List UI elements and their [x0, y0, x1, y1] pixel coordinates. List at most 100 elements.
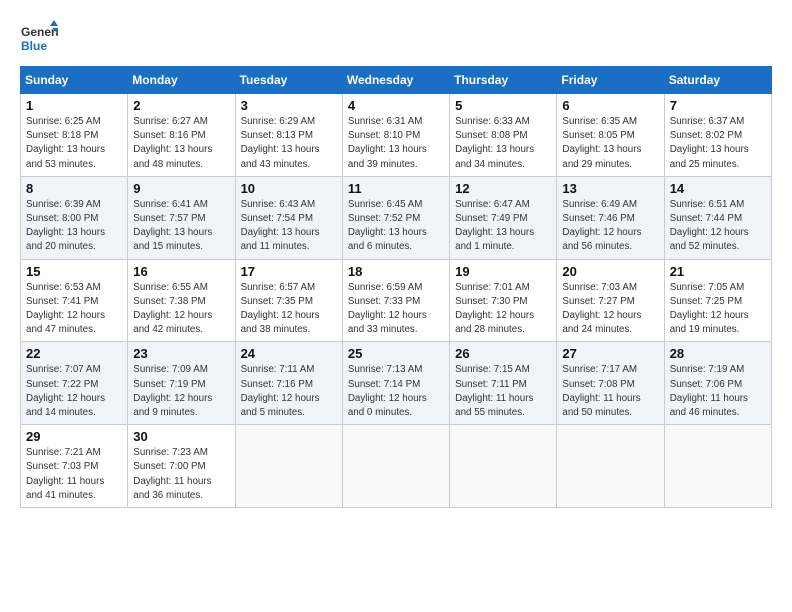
day-info: Sunrise: 7:19 AMSunset: 7:06 PMDaylight:… — [670, 363, 766, 420]
day-cell: 10Sunrise: 6:43 AMSunset: 7:54 PMDayligh… — [235, 176, 342, 259]
day-cell: 9Sunrise: 6:41 AMSunset: 7:57 PMDaylight… — [128, 176, 235, 259]
calendar-table: SundayMondayTuesdayWednesdayThursdayFrid… — [20, 66, 772, 508]
day-info: Sunrise: 7:21 AMSunset: 7:03 PMDaylight:… — [26, 446, 122, 503]
week-row-3: 15 Sunrise: 6:53 AMSunset: 7:41 PMDayligh… — [21, 259, 772, 342]
day-cell — [450, 425, 557, 508]
day-cell: 23 Sunrise: 7:09 AMSunset: 7:19 PMDayligh… — [128, 342, 235, 425]
day-cell: 6 Sunrise: 6:35 AMSunset: 8:05 PMDaylight… — [557, 94, 664, 177]
day-number: 14 — [670, 181, 766, 196]
day-info: Sunrise: 7:01 AMSunset: 7:30 PMDaylight:… — [455, 281, 551, 338]
day-cell — [235, 425, 342, 508]
day-number: 18 — [348, 264, 444, 279]
day-number: 9 — [133, 181, 229, 196]
svg-text:Blue: Blue — [21, 39, 47, 53]
logo: General Blue — [20, 18, 62, 56]
day-info: Sunrise: 7:17 AMSunset: 7:08 PMDaylight:… — [562, 363, 658, 420]
day-number: 30 — [133, 429, 229, 444]
day-info: Sunrise: 6:53 AMSunset: 7:41 PMDaylight:… — [26, 281, 122, 338]
day-cell: 3 Sunrise: 6:29 AMSunset: 8:13 PMDaylight… — [235, 94, 342, 177]
day-info: Sunrise: 6:59 AMSunset: 7:33 PMDaylight:… — [348, 281, 444, 338]
calendar-header-row: SundayMondayTuesdayWednesdayThursdayFrid… — [21, 67, 772, 94]
day-info: Sunrise: 7:09 AMSunset: 7:19 PMDaylight:… — [133, 363, 229, 420]
day-info: Sunrise: 7:11 AMSunset: 7:16 PMDaylight:… — [241, 363, 337, 420]
week-row-1: 1Sunrise: 6:25 AMSunset: 8:18 PMDaylight… — [21, 94, 772, 177]
day-info: Sunrise: 7:03 AMSunset: 7:27 PMDaylight:… — [562, 281, 658, 338]
day-cell: 5 Sunrise: 6:33 AMSunset: 8:08 PMDaylight… — [450, 94, 557, 177]
day-cell: 14 Sunrise: 6:51 AMSunset: 7:44 PMDayligh… — [664, 176, 771, 259]
day-number: 7 — [670, 98, 766, 113]
col-header-monday: Monday — [128, 67, 235, 94]
day-number: 2 — [133, 98, 229, 113]
day-number: 27 — [562, 346, 658, 361]
day-cell: 13 Sunrise: 6:49 AMSunset: 7:46 PMDayligh… — [557, 176, 664, 259]
col-header-saturday: Saturday — [664, 67, 771, 94]
day-cell: 15 Sunrise: 6:53 AMSunset: 7:41 PMDayligh… — [21, 259, 128, 342]
day-number: 19 — [455, 264, 551, 279]
week-row-2: 8 Sunrise: 6:39 AMSunset: 8:00 PMDaylight… — [21, 176, 772, 259]
day-info: Sunrise: 6:33 AMSunset: 8:08 PMDaylight:… — [455, 115, 551, 172]
day-info: Sunrise: 6:45 AMSunset: 7:52 PMDaylight:… — [348, 198, 444, 255]
day-cell — [664, 425, 771, 508]
day-number: 22 — [26, 346, 122, 361]
col-header-wednesday: Wednesday — [342, 67, 449, 94]
day-cell: 25 Sunrise: 7:13 AMSunset: 7:14 PMDayligh… — [342, 342, 449, 425]
day-number: 13 — [562, 181, 658, 196]
day-cell: 24 Sunrise: 7:11 AMSunset: 7:16 PMDayligh… — [235, 342, 342, 425]
day-number: 3 — [241, 98, 337, 113]
day-cell: 11 Sunrise: 6:45 AMSunset: 7:52 PMDayligh… — [342, 176, 449, 259]
day-cell: 7 Sunrise: 6:37 AMSunset: 8:02 PMDaylight… — [664, 94, 771, 177]
col-header-sunday: Sunday — [21, 67, 128, 94]
day-number: 23 — [133, 346, 229, 361]
day-info: Sunrise: 6:43 AMSunset: 7:54 PMDaylight:… — [241, 198, 337, 255]
day-info: Sunrise: 7:07 AMSunset: 7:22 PMDaylight:… — [26, 363, 122, 420]
calendar-page: General Blue SundayMondayTuesdayWednesda… — [0, 0, 792, 518]
day-number: 6 — [562, 98, 658, 113]
day-number: 29 — [26, 429, 122, 444]
day-cell: 17 Sunrise: 6:57 AMSunset: 7:35 PMDayligh… — [235, 259, 342, 342]
day-cell: 27 Sunrise: 7:17 AMSunset: 7:08 PMDayligh… — [557, 342, 664, 425]
week-row-5: 29 Sunrise: 7:21 AMSunset: 7:03 PMDayligh… — [21, 425, 772, 508]
day-number: 16 — [133, 264, 229, 279]
day-info: Sunrise: 7:15 AMSunset: 7:11 PMDaylight:… — [455, 363, 551, 420]
col-header-friday: Friday — [557, 67, 664, 94]
day-number: 15 — [26, 264, 122, 279]
day-cell: 29 Sunrise: 7:21 AMSunset: 7:03 PMDayligh… — [21, 425, 128, 508]
day-cell: 22 Sunrise: 7:07 AMSunset: 7:22 PMDayligh… — [21, 342, 128, 425]
day-cell — [342, 425, 449, 508]
day-info: Sunrise: 6:31 AMSunset: 8:10 PMDaylight:… — [348, 115, 444, 172]
day-cell: 19 Sunrise: 7:01 AMSunset: 7:30 PMDayligh… — [450, 259, 557, 342]
col-header-tuesday: Tuesday — [235, 67, 342, 94]
day-cell: 8 Sunrise: 6:39 AMSunset: 8:00 PMDaylight… — [21, 176, 128, 259]
day-number: 17 — [241, 264, 337, 279]
day-info: Sunrise: 7:05 AMSunset: 7:25 PMDaylight:… — [670, 281, 766, 338]
day-number: 11 — [348, 181, 444, 196]
day-cell: 4Sunrise: 6:31 AMSunset: 8:10 PMDaylight… — [342, 94, 449, 177]
day-number: 5 — [455, 98, 551, 113]
day-cell: 18 Sunrise: 6:59 AMSunset: 7:33 PMDayligh… — [342, 259, 449, 342]
logo-icon: General Blue — [20, 18, 58, 56]
day-info: Sunrise: 6:35 AMSunset: 8:05 PMDaylight:… — [562, 115, 658, 172]
day-number: 24 — [241, 346, 337, 361]
day-number: 26 — [455, 346, 551, 361]
day-number: 8 — [26, 181, 122, 196]
day-info: Sunrise: 7:13 AMSunset: 7:14 PMDaylight:… — [348, 363, 444, 420]
day-cell: 26 Sunrise: 7:15 AMSunset: 7:11 PMDayligh… — [450, 342, 557, 425]
day-info: Sunrise: 6:39 AMSunset: 8:00 PMDaylight:… — [26, 198, 122, 255]
day-cell: 1Sunrise: 6:25 AMSunset: 8:18 PMDaylight… — [21, 94, 128, 177]
day-cell — [557, 425, 664, 508]
col-header-thursday: Thursday — [450, 67, 557, 94]
day-info: Sunrise: 6:57 AMSunset: 7:35 PMDaylight:… — [241, 281, 337, 338]
day-info: Sunrise: 6:37 AMSunset: 8:02 PMDaylight:… — [670, 115, 766, 172]
day-cell: 12Sunrise: 6:47 AMSunset: 7:49 PMDayligh… — [450, 176, 557, 259]
day-info: Sunrise: 6:27 AMSunset: 8:16 PMDaylight:… — [133, 115, 229, 172]
day-info: Sunrise: 6:55 AMSunset: 7:38 PMDaylight:… — [133, 281, 229, 338]
day-cell: 30Sunrise: 7:23 AMSunset: 7:00 PMDayligh… — [128, 425, 235, 508]
day-cell: 28Sunrise: 7:19 AMSunset: 7:06 PMDayligh… — [664, 342, 771, 425]
day-number: 20 — [562, 264, 658, 279]
day-number: 12 — [455, 181, 551, 196]
day-number: 25 — [348, 346, 444, 361]
day-cell: 16 Sunrise: 6:55 AMSunset: 7:38 PMDayligh… — [128, 259, 235, 342]
day-info: Sunrise: 6:51 AMSunset: 7:44 PMDaylight:… — [670, 198, 766, 255]
day-info: Sunrise: 6:29 AMSunset: 8:13 PMDaylight:… — [241, 115, 337, 172]
day-info: Sunrise: 6:49 AMSunset: 7:46 PMDaylight:… — [562, 198, 658, 255]
